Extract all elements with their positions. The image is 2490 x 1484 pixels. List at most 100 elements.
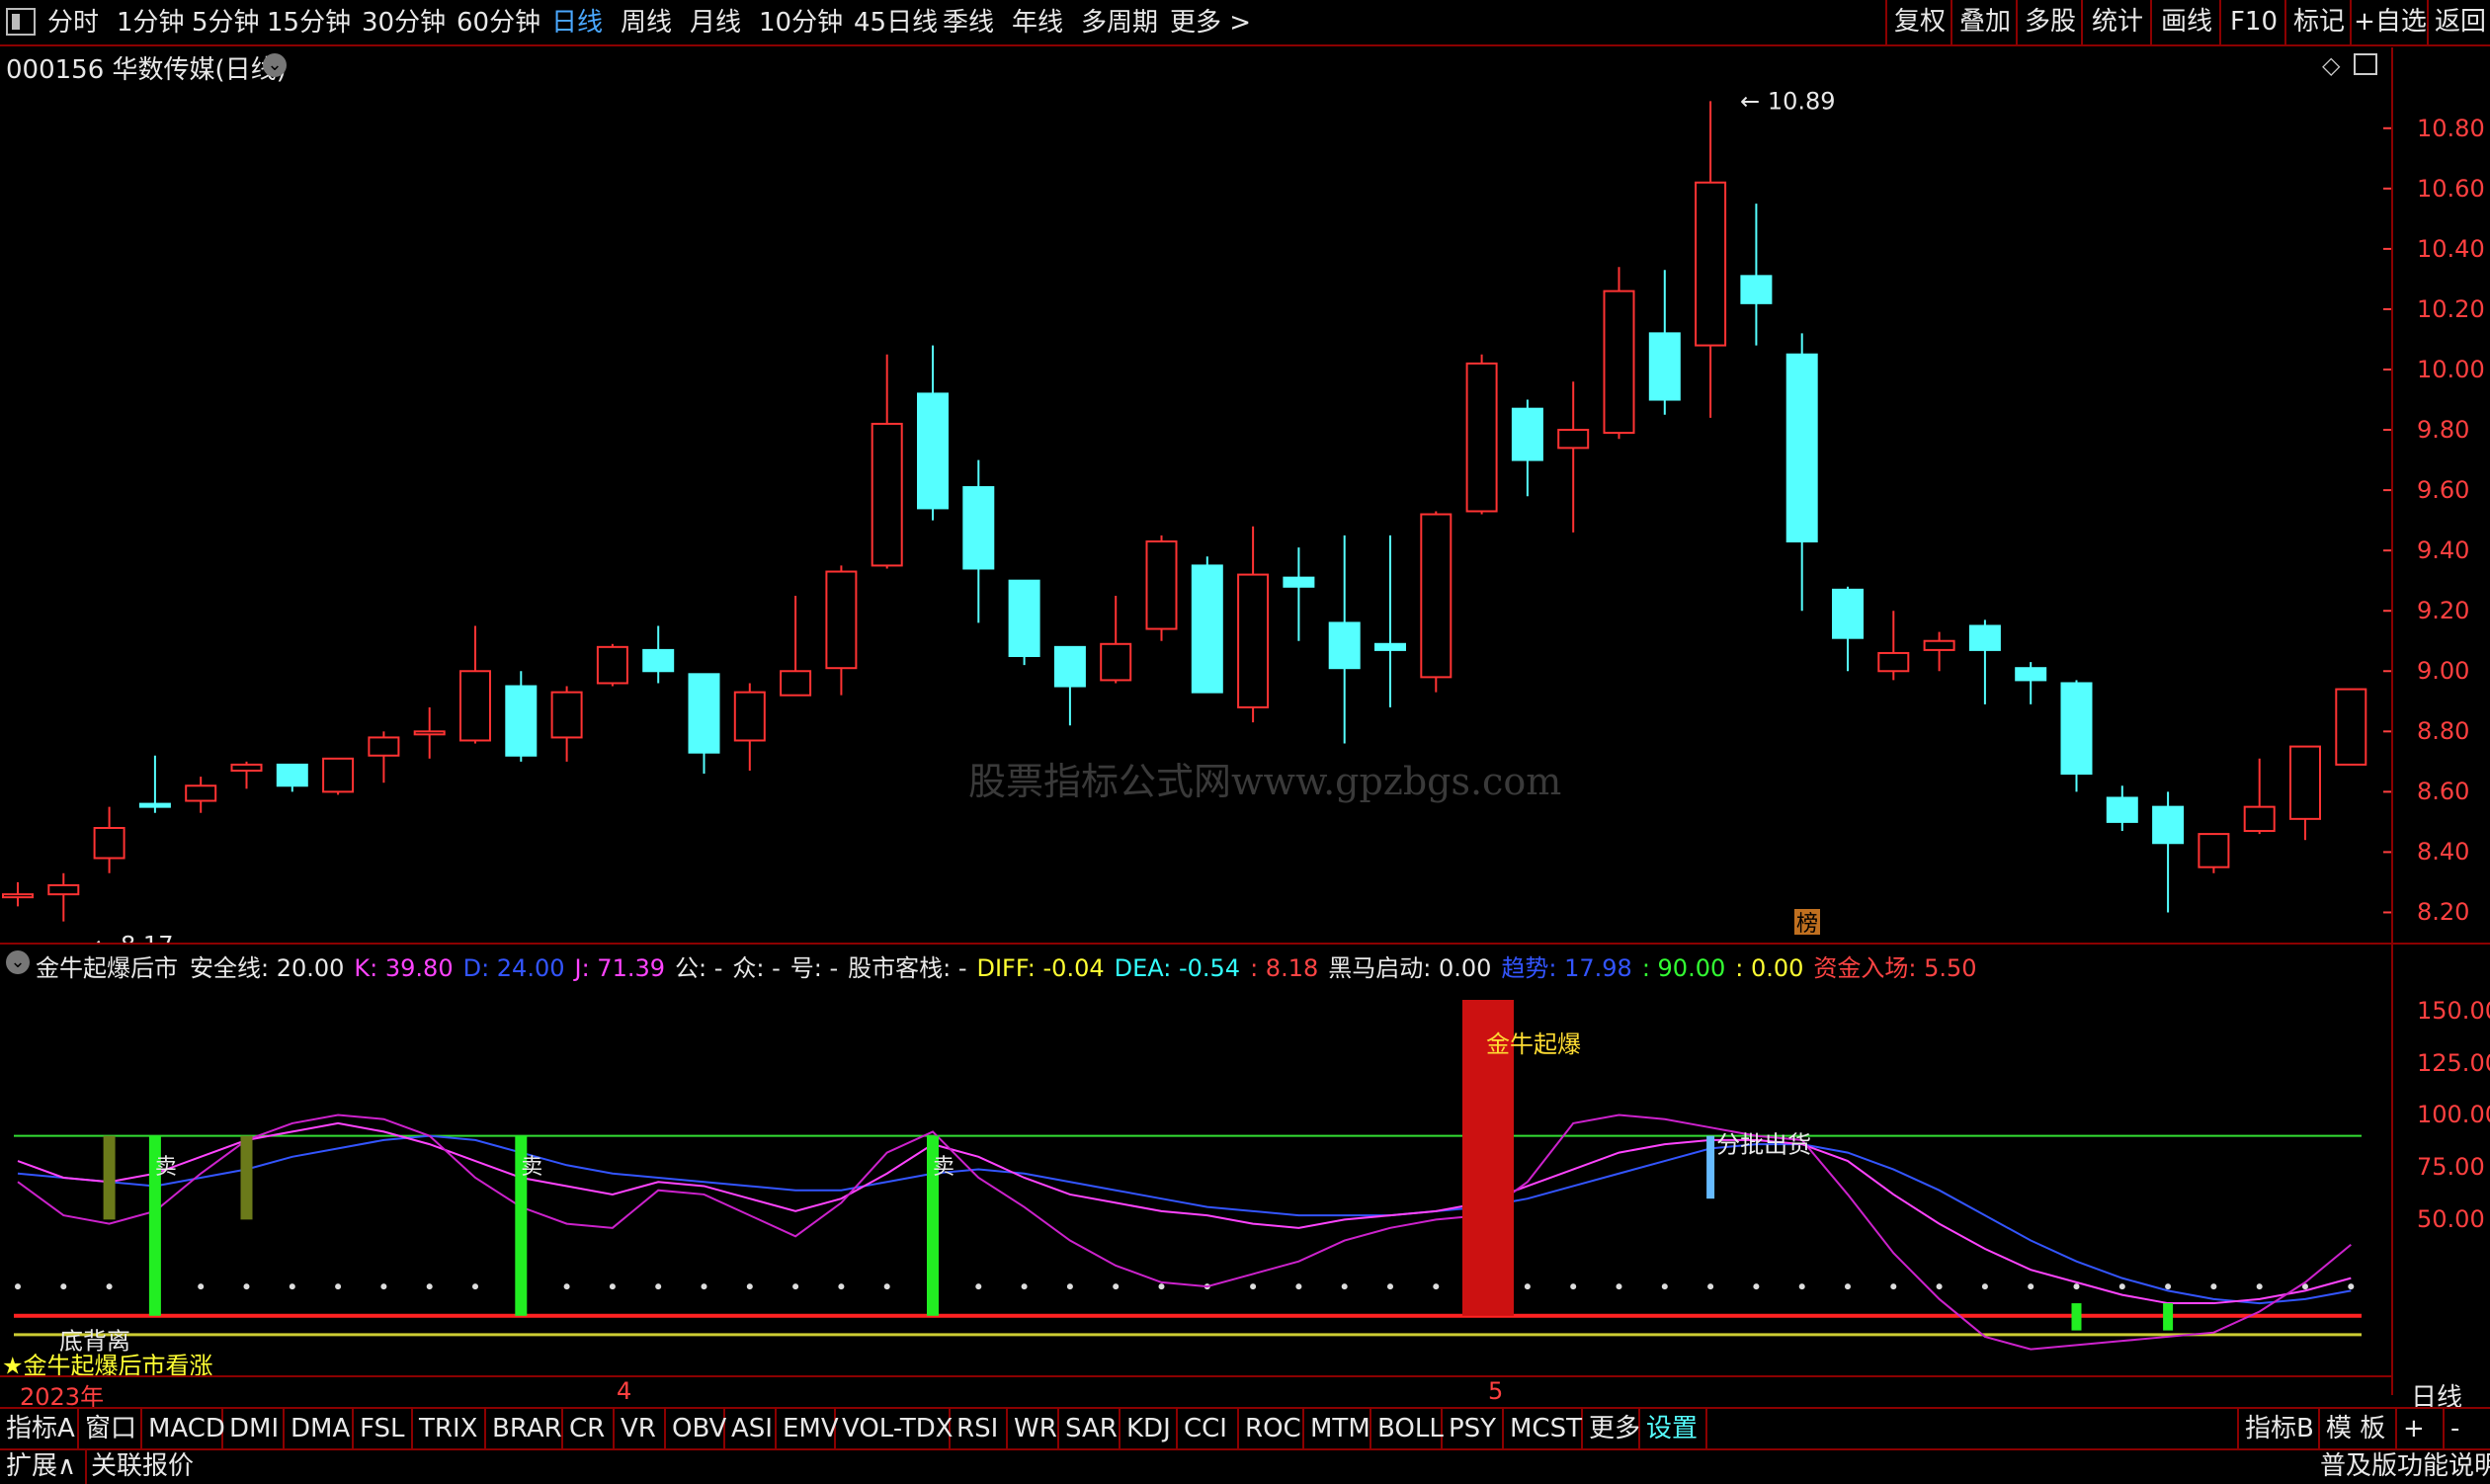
template-button[interactable]: 指标B [2237,1409,2320,1448]
diamond-icon[interactable]: ◇ [2322,51,2340,79]
chevron-down-icon[interactable]: ⌄ [6,950,30,974]
candle [459,625,491,744]
toolbar-button[interactable]: F10 [2219,0,2286,44]
candle [1237,526,1270,723]
period-tab[interactable]: 10分钟 [759,4,843,41]
template-button[interactable]: + [2395,1409,2445,1448]
candle-body [1557,429,1590,450]
candle [550,686,583,762]
signal-dot [2348,1283,2355,1290]
toolbar-button[interactable]: 标记 [2284,0,2352,44]
candle-body [230,763,263,772]
toolbar-button[interactable]: 叠加 [1950,0,2018,44]
period-tab[interactable]: 60分钟 [456,4,540,41]
toolbar-button[interactable]: 复权 [1885,0,1952,44]
indicator-tab[interactable]: FSL [354,1409,413,1448]
indicator-tab[interactable]: MCST [1504,1409,1583,1448]
indicator-tab[interactable]: 窗口 [79,1409,142,1448]
indicator-value: 资金入场: 5.50 [1813,954,1977,982]
toolbar-button[interactable]: 多股 [2016,0,2083,44]
toolbar-button[interactable]: 统计 [2081,0,2152,44]
indicator-tab[interactable]: SAR [1059,1409,1120,1448]
toolbar-button[interactable]: 画线 [2150,0,2221,44]
indicator-tab[interactable]: PSY [1443,1409,1504,1448]
indicator-chart[interactable]: 卖 卖 卖 金牛起爆分批出货底背离★金牛起爆后市看涨 [0,980,2391,1375]
indicator-value: DIFF: -0.04 [976,954,1105,982]
candle [413,706,446,759]
period-tab[interactable]: 5分钟 [192,4,260,41]
sell-label: 卖 [521,1155,542,1180]
toolbar-button[interactable]: 返回 [2427,0,2490,44]
indicator-tab[interactable]: DMI [223,1409,285,1448]
indicator-tab[interactable]: BRAR [486,1409,563,1448]
candle-body [1420,513,1452,679]
candle [1465,354,1498,515]
signal-dot [2118,1283,2125,1290]
batch-sell-bar [1706,1135,1715,1199]
indicator-tab[interactable]: KDJ [1120,1409,1178,1448]
price-label: 10.40 [2417,234,2485,263]
panel-toggle-icon[interactable] [2354,53,2377,75]
indicator-tab[interactable]: MTM [1304,1409,1371,1448]
period-tab[interactable]: 年线 [1012,4,1063,41]
candle-body [1328,621,1361,670]
period-tab[interactable]: 1分钟 [117,4,185,41]
indicator-tab[interactable]: VR [615,1409,666,1448]
indicator-tab[interactable]: RSI [951,1409,1008,1448]
indicator-tab[interactable]: TRIX [413,1409,486,1448]
indicator-tab[interactable]: ASI [725,1409,777,1448]
feature-help-link[interactable]: 普及版功能说明 [2320,1448,2490,1484]
indicator-tab[interactable]: WR [1008,1409,1059,1448]
template-button[interactable]: 模 板 [2318,1409,2397,1448]
candle-body [688,673,720,754]
period-tab[interactable]: 季线 [943,4,994,41]
period-tab[interactable]: 月线 [690,4,741,41]
period-tab[interactable]: 日线 [551,4,603,41]
indicator-tab[interactable]: OBV [666,1409,726,1448]
candle [1923,631,1955,672]
indicator-tab[interactable]: CR [563,1409,615,1448]
candle [1374,535,1406,707]
candle-body [1648,332,1681,401]
signal-dot [2165,1283,2172,1290]
indicator-tab[interactable]: BOLL [1371,1409,1444,1448]
candlestick-chart[interactable]: ← 10.89 ← 8.17 榜 [0,83,2391,943]
price-label: 10.80 [2417,114,2485,142]
indicator-tab[interactable]: CCI [1178,1409,1239,1448]
candle [1695,101,1727,418]
indicator-tab[interactable]: VOL-TDX [836,1409,954,1448]
candle-body [138,802,171,808]
indicator-tab[interactable]: MACD [142,1409,225,1448]
window-menu-icon[interactable] [6,8,36,36]
period-tab[interactable]: 多周期 [1081,4,1158,41]
low-label: ← 8.17 [93,932,173,943]
candle [1832,586,1864,672]
template-button[interactable]: - [2443,1409,2490,1448]
candle-body [2060,682,2093,776]
indicator-name[interactable]: 金牛起爆后市 [36,954,178,982]
indicator-tab[interactable]: DMA [285,1409,354,1448]
expand-button[interactable]: 扩展∧ [6,1448,76,1484]
price-label: 10.60 [2417,174,2485,203]
period-tab[interactable]: 30分钟 [362,4,446,41]
indicator-tab[interactable]: 设置 [1640,1409,1707,1448]
indicator-axis-label: 50.00 [2417,1205,2485,1234]
indicator-tab[interactable]: EMV [777,1409,839,1448]
period-tab[interactable]: 15分钟 [267,4,351,41]
indicator-tab[interactable]: 指标A [0,1409,79,1448]
candle [368,731,400,783]
candle [1603,267,1635,440]
period-tab[interactable]: 更多 > [1170,4,1251,41]
period-tab[interactable]: 分时 [47,4,99,41]
related-quote-button[interactable]: 关联报价 [85,1448,194,1484]
indicator-tab[interactable]: ROC [1239,1409,1304,1448]
toolbar-button[interactable]: +自选 [2350,0,2429,44]
signal-dot [15,1283,21,1290]
period-tab[interactable]: 周线 [621,4,672,41]
chevron-down-icon[interactable]: ⌄ [263,53,287,77]
period-tab[interactable]: 45日线 [854,4,938,41]
warn-bar [240,1135,253,1220]
indicator-tab[interactable]: 更多 [1583,1409,1640,1448]
signal-dot [426,1283,433,1290]
bottom-divergence-label: 底背离 [59,1327,130,1355]
